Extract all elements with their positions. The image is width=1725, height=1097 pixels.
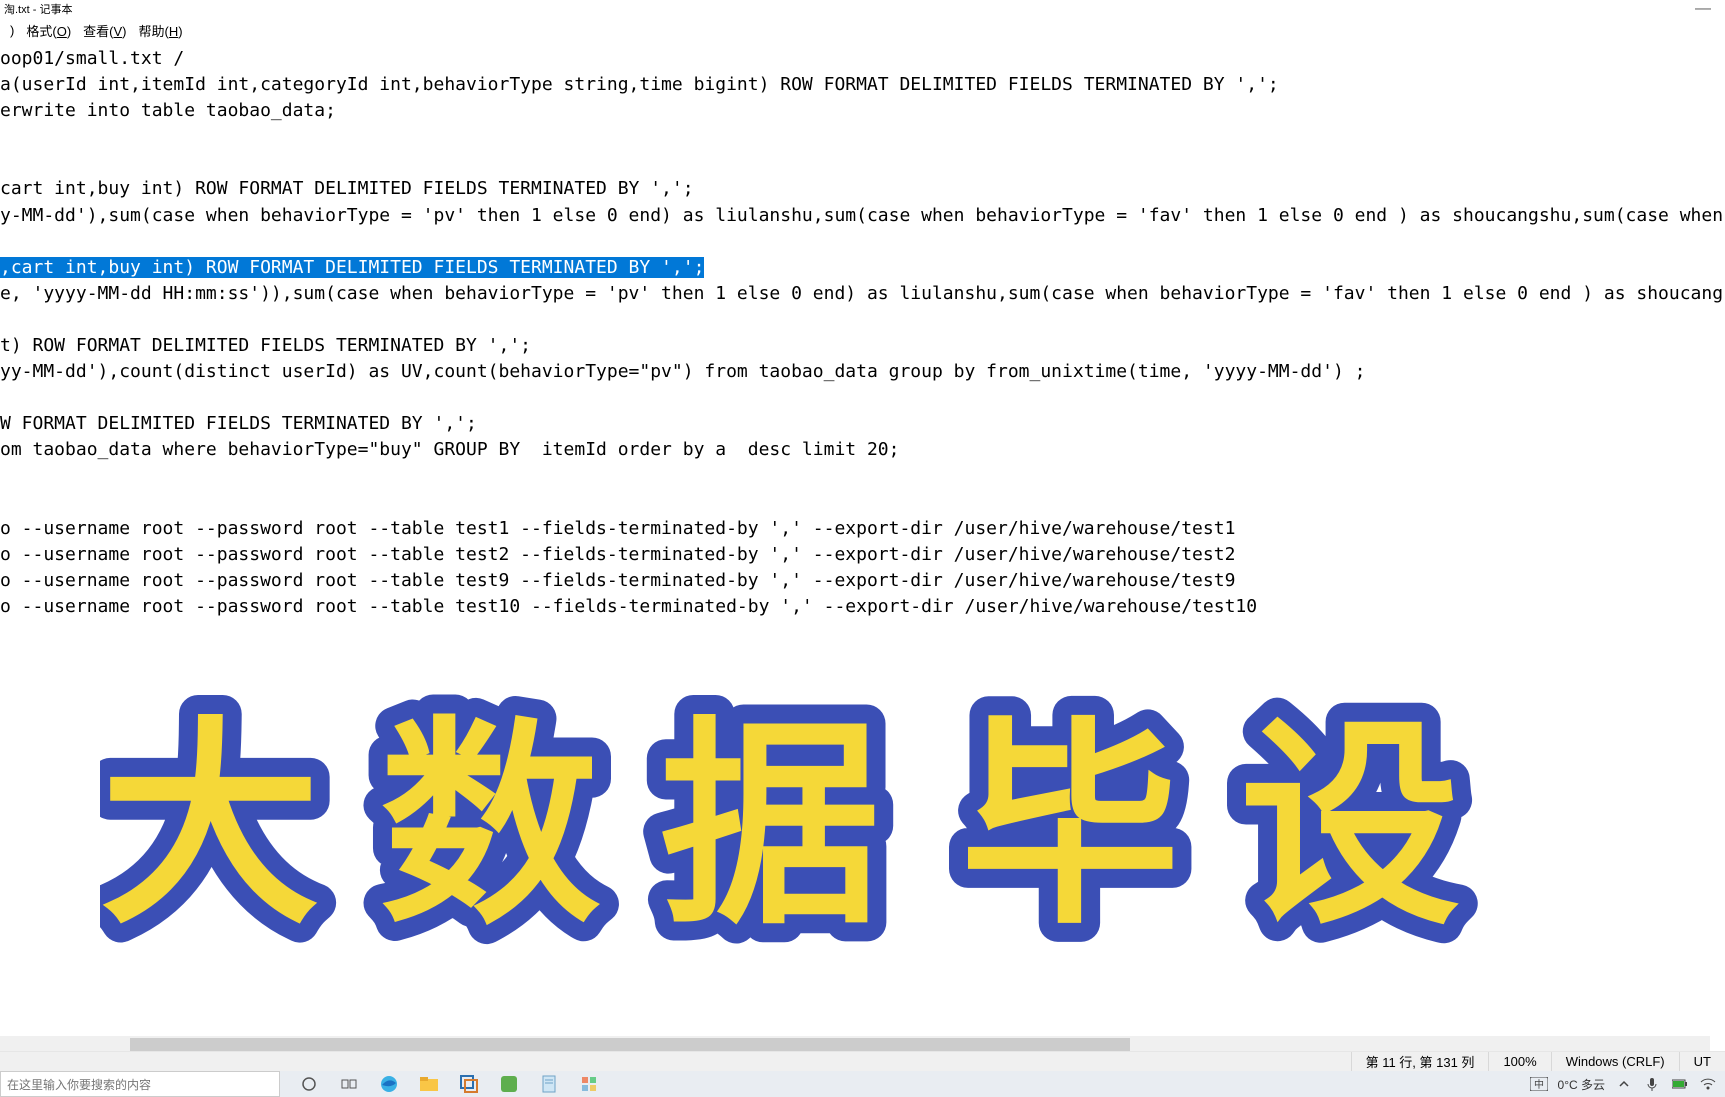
code-line: a(userId int,itemId int,categoryId int,b…: [0, 74, 1279, 95]
svg-text:毕: 毕: [960, 703, 1180, 949]
search-placeholder: 在这里输入你要搜索的内容: [7, 1076, 151, 1093]
taskbar-search[interactable]: 在这里输入你要搜索的内容: [0, 1071, 280, 1097]
ime-icon[interactable]: 中: [1530, 1075, 1548, 1093]
code-line: om taobao_data where behaviorType="buy" …: [0, 439, 899, 460]
vmware-icon[interactable]: [460, 1075, 478, 1093]
app-colorful-icon[interactable]: [580, 1075, 598, 1093]
weather-widget[interactable]: 0°C 多云: [1558, 1076, 1605, 1093]
explorer-icon[interactable]: [420, 1075, 438, 1093]
code-line: t) ROW FORMAT DELIMITED FIELDS TERMINATE…: [0, 335, 531, 356]
code-line: o --username root --password root --tabl…: [0, 518, 1235, 539]
editor-area[interactable]: oop01/small.txt / a(userId int,itemId in…: [0, 42, 1725, 1036]
battery-icon[interactable]: [1671, 1075, 1689, 1093]
svg-text:大: 大: [100, 703, 320, 949]
overlay-watermark: 大 大 数 数 据 据 毕 毕 设 设: [100, 692, 1550, 992]
app-green-icon[interactable]: [500, 1075, 518, 1093]
editor-content[interactable]: oop01/small.txt / a(userId int,itemId in…: [0, 42, 1725, 620]
window-title: 淘.txt - 记事本: [4, 1, 72, 17]
svg-text:中: 中: [1534, 1078, 1544, 1091]
notepad-icon[interactable]: [540, 1075, 558, 1093]
selected-text: ,cart int,buy int) ROW FORMAT DELIMITED …: [0, 257, 704, 278]
code-line: yy-MM-dd'),count(distinct userId) as UV,…: [0, 361, 1365, 382]
status-bar: 第 11 行, 第 131 列 100% Windows (CRLF) UT: [0, 1051, 1725, 1071]
svg-text:毕: 毕: [960, 703, 1180, 949]
status-crlf: Windows (CRLF): [1551, 1052, 1679, 1071]
code-line: y-MM-dd'),sum(case when behaviorType = '…: [0, 205, 1725, 226]
code-line: e, 'yyyy-MM-dd HH:mm:ss')),sum(case when…: [0, 283, 1725, 304]
svg-text:据: 据: [660, 703, 880, 949]
svg-text:数: 数: [380, 703, 600, 949]
menu-item-format[interactable]: 格式(O): [20, 19, 77, 42]
code-line: o --username root --password root --tabl…: [0, 596, 1257, 617]
taskview-icon[interactable]: [340, 1075, 358, 1093]
code-line: o --username root --password root --tabl…: [0, 570, 1235, 591]
system-tray: 中 0°C 多云: [1530, 1075, 1725, 1093]
svg-text:设: 设: [1240, 703, 1460, 949]
menu-item-cut[interactable]: ): [4, 21, 20, 40]
code-line: W FORMAT DELIMITED FIELDS TERMINATED BY …: [0, 413, 477, 434]
mic-icon[interactable]: [1643, 1075, 1661, 1093]
svg-text:大: 大: [100, 703, 320, 949]
status-encoding: UT: [1679, 1052, 1725, 1071]
menu-item-view[interactable]: 查看(V): [77, 19, 132, 42]
code-line: o --username root --password root --tabl…: [0, 544, 1235, 565]
taskbar-apps: [300, 1075, 598, 1093]
tray-chevron-icon[interactable]: [1615, 1075, 1633, 1093]
svg-text:数: 数: [380, 703, 600, 949]
windows-taskbar: 在这里输入你要搜索的内容 中 0°C 多云: [0, 1071, 1725, 1097]
status-cursor-pos: 第 11 行, 第 131 列: [1351, 1052, 1489, 1071]
code-line: oop01/small.txt /: [0, 48, 184, 69]
edge-icon[interactable]: [380, 1075, 398, 1093]
cortana-icon[interactable]: [300, 1075, 318, 1093]
code-line: erwrite into table taobao_data;: [0, 100, 336, 121]
code-line: cart int,buy int) ROW FORMAT DELIMITED F…: [0, 178, 694, 199]
menu-item-help[interactable]: 帮助(H): [133, 19, 189, 42]
menu-bar: ) 格式(O) 查看(V) 帮助(H): [0, 18, 1725, 42]
svg-text:设: 设: [1240, 703, 1460, 949]
svg-text:据: 据: [660, 703, 880, 949]
minimize-button[interactable]: —: [1695, 0, 1721, 18]
wifi-icon[interactable]: [1699, 1075, 1717, 1093]
status-zoom: 100%: [1488, 1052, 1550, 1071]
window-titlebar: 淘.txt - 记事本 —: [0, 0, 1725, 18]
